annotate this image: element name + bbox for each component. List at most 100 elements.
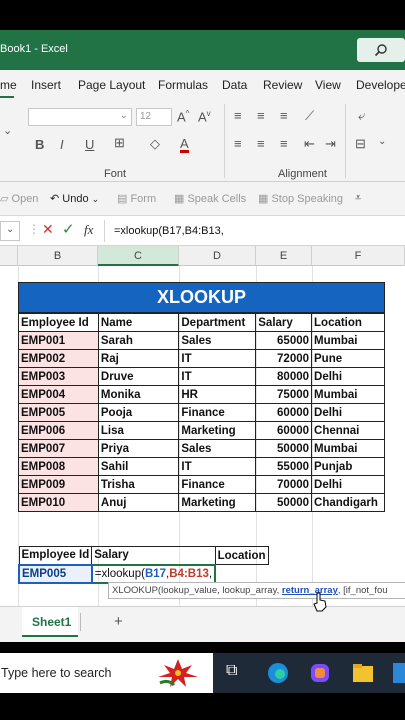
location-cell[interactable]: Delhi: [311, 403, 385, 422]
name-cell[interactable]: Lisa: [97, 421, 180, 440]
name-cell[interactable]: Druve: [97, 367, 180, 386]
header-cell[interactable]: Salary: [255, 313, 313, 332]
empty-cell[interactable]: [215, 565, 268, 583]
header-cell[interactable]: Location: [214, 546, 269, 565]
chevron-down-icon[interactable]: ⌄: [378, 136, 386, 147]
salary-cell[interactable]: 50000: [255, 439, 313, 458]
tooltip-arg[interactable]: lookup_array,: [222, 585, 282, 596]
taskbar-search-box[interactable]: Type here to search: [0, 653, 213, 693]
name-cell[interactable]: Priya: [97, 439, 180, 458]
font-name-dropdown[interactable]: ⌄: [28, 108, 132, 126]
stop-speaking-button[interactable]: ▦ Stop Speaking: [258, 192, 343, 205]
employee-id-cell[interactable]: EMP002: [18, 349, 99, 368]
lookup-id-cell[interactable]: EMP005: [18, 563, 93, 584]
salary-cell[interactable]: 50000: [255, 493, 313, 512]
decrease-font-icon[interactable]: Av: [198, 109, 211, 124]
location-cell[interactable]: Delhi: [311, 475, 385, 494]
increase-font-icon[interactable]: A^: [177, 109, 189, 124]
tooltip-function-name[interactable]: XLOOKUP(: [112, 585, 161, 596]
form-button[interactable]: ▤ Form: [117, 192, 156, 205]
department-cell[interactable]: Finance: [178, 475, 257, 494]
employee-id-cell[interactable]: EMP001: [18, 331, 99, 350]
copilot-icon[interactable]: [309, 662, 331, 684]
formula-input[interactable]: =xlookup(B17,B4:B13,: [114, 225, 224, 237]
location-cell[interactable]: Mumbai: [311, 385, 385, 404]
department-cell[interactable]: Marketing: [178, 421, 257, 440]
employee-id-cell[interactable]: EMP010: [18, 493, 99, 512]
header-cell[interactable]: Salary: [91, 546, 216, 565]
location-cell[interactable]: Chennai: [311, 421, 385, 440]
add-sheet-button[interactable]: +: [114, 613, 123, 630]
salary-cell[interactable]: 80000: [255, 367, 313, 386]
fill-color-icon[interactable]: ◇: [150, 136, 160, 152]
location-cell[interactable]: Pune: [311, 349, 385, 368]
menu-home[interactable]: me: [0, 78, 17, 92]
wrap-text-icon[interactable]: ⤶: [358, 108, 365, 124]
employee-id-cell[interactable]: EMP003: [18, 367, 99, 386]
header-cell[interactable]: Employee Id: [18, 546, 93, 565]
name-cell[interactable]: Trisha: [97, 475, 180, 494]
align-bottom-icon[interactable]: ≡: [280, 108, 288, 123]
outlook-icon[interactable]: [393, 663, 405, 683]
employee-id-cell[interactable]: EMP007: [18, 439, 99, 458]
department-cell[interactable]: Sales: [178, 439, 257, 458]
salary-cell[interactable]: 65000: [255, 331, 313, 350]
employee-id-cell[interactable]: EMP004: [18, 385, 99, 404]
column-header-f[interactable]: F: [312, 246, 405, 266]
tooltip-arg[interactable]: , [if_not_fou: [338, 585, 388, 596]
search-box[interactable]: [357, 38, 405, 62]
header-cell[interactable]: Name: [97, 313, 180, 332]
borders-icon[interactable]: ⊞: [114, 135, 125, 151]
department-cell[interactable]: IT: [178, 457, 257, 476]
insert-function-button[interactable]: fx: [84, 222, 93, 238]
font-color-icon[interactable]: A: [180, 137, 189, 153]
name-cell[interactable]: Sarah: [97, 331, 180, 350]
name-cell[interactable]: Anuj: [97, 493, 180, 512]
menu-view[interactable]: View: [315, 78, 341, 92]
name-cell[interactable]: Pooja: [97, 403, 180, 422]
orientation-icon[interactable]: ⟋: [305, 108, 314, 124]
location-cell[interactable]: Mumbai: [311, 439, 385, 458]
align-center-icon[interactable]: ≡: [257, 136, 265, 151]
department-cell[interactable]: Finance: [178, 403, 257, 422]
employee-id-cell[interactable]: EMP009: [18, 475, 99, 494]
edge-icon[interactable]: [267, 662, 289, 684]
chevron-down-icon[interactable]: ⌄: [3, 124, 12, 137]
increase-indent-icon[interactable]: ⇥: [325, 136, 336, 152]
column-header-e[interactable]: E: [256, 246, 312, 266]
employee-id-cell[interactable]: EMP006: [18, 421, 99, 440]
task-view-icon[interactable]: ⧉: [226, 662, 237, 680]
name-box[interactable]: ⌄: [0, 221, 20, 241]
align-top-icon[interactable]: ≡: [234, 108, 242, 123]
underline-icon[interactable]: U: [85, 137, 94, 152]
tooltip-arg[interactable]: lookup_value,: [161, 585, 222, 596]
employee-id-cell[interactable]: EMP008: [18, 457, 99, 476]
file-explorer-icon[interactable]: [352, 663, 374, 683]
department-cell[interactable]: IT: [178, 367, 257, 386]
location-cell[interactable]: Delhi: [311, 367, 385, 386]
department-cell[interactable]: Sales: [178, 331, 257, 350]
decrease-indent-icon[interactable]: ⇤: [304, 136, 315, 152]
merge-center-icon[interactable]: ⊟: [355, 136, 366, 152]
customize-qat-icon[interactable]: ⩡: [355, 192, 361, 205]
menu-formulas[interactable]: Formulas: [158, 78, 208, 92]
select-all-corner[interactable]: [0, 246, 18, 266]
sheet-tab[interactable]: Sheet1: [22, 607, 78, 637]
cancel-icon[interactable]: ✕: [42, 221, 54, 238]
column-header-b[interactable]: B: [18, 246, 98, 266]
menu-insert[interactable]: Insert: [31, 78, 61, 92]
open-button[interactable]: ▱ Open: [0, 192, 38, 205]
column-header-d[interactable]: D: [179, 246, 256, 266]
align-middle-icon[interactable]: ≡: [257, 108, 265, 123]
location-cell[interactable]: Mumbai: [311, 331, 385, 350]
italic-icon[interactable]: I: [60, 137, 64, 152]
speak-cells-button[interactable]: ▦ Speak Cells: [174, 192, 246, 205]
salary-cell[interactable]: 72000: [255, 349, 313, 368]
employee-id-cell[interactable]: EMP005: [18, 403, 99, 422]
tooltip-current-arg[interactable]: return_array: [282, 585, 338, 596]
align-left-icon[interactable]: ≡: [234, 136, 242, 151]
salary-cell[interactable]: 55000: [255, 457, 313, 476]
menu-data[interactable]: Data: [222, 78, 247, 92]
align-right-icon[interactable]: ≡: [280, 136, 288, 151]
menu-page-layout[interactable]: Page Layout: [78, 78, 145, 92]
